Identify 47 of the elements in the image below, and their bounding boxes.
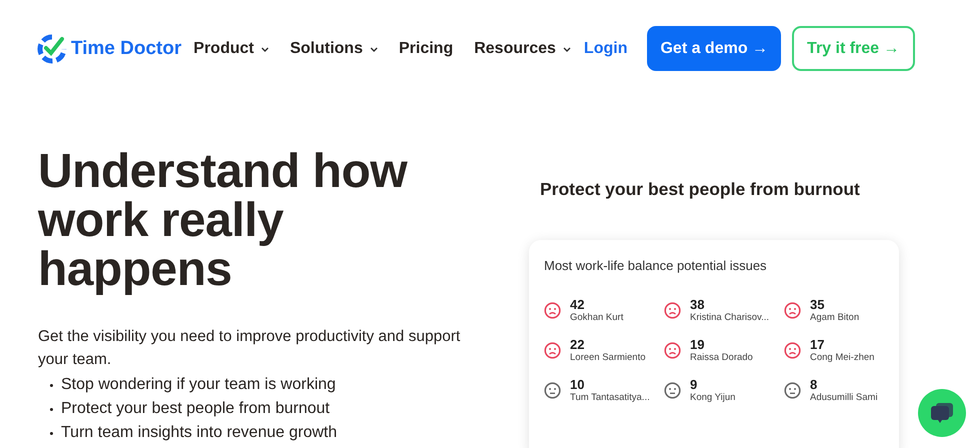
sad-face-icon	[784, 302, 801, 318]
bullet-icon	[50, 384, 53, 386]
person-name: Cong Mei-zhen	[810, 352, 874, 363]
issue-score: 10	[570, 377, 586, 392]
sad-face-icon	[544, 342, 561, 358]
nav-link[interactable]: Solutions	[290, 40, 378, 58]
cta-button[interactable]: Get a demo →	[647, 26, 782, 71]
person-name: Tum Tantasatitya...	[570, 392, 650, 403]
sad-face-icon	[784, 342, 801, 358]
person-name: Adusumilli Sami	[810, 392, 878, 403]
neutral-face-icon	[664, 382, 681, 398]
bullet-text: Stop wondering if your team is working	[61, 375, 336, 395]
card-title: Most work-life balance potential issues	[544, 258, 768, 273]
person-name: Agam Biton	[810, 312, 860, 323]
bullet-icon	[50, 408, 53, 410]
neutral-face-icon	[784, 382, 801, 398]
chat-button[interactable]	[918, 389, 966, 437]
person-name: Loreen Sarmiento	[570, 352, 646, 363]
sad-face-icon	[544, 302, 561, 318]
issue-score: 42	[570, 297, 586, 312]
nav-link[interactable]: Product	[194, 40, 269, 58]
nav-link[interactable]: Pricing	[398, 40, 454, 58]
issue-score: 38	[690, 297, 706, 312]
hero-subtitle: Get the visibility you need to improve productivity and support your team.	[38, 327, 462, 370]
person-name: Kong Yijun	[690, 392, 736, 403]
logo-icon	[37, 34, 67, 64]
sad-face-icon	[664, 302, 681, 318]
login-link[interactable]: Login	[584, 40, 628, 58]
bullet-text: Protect your best people from burnout	[61, 399, 330, 419]
person-name: Kristina Charisov...	[690, 312, 770, 323]
issue-score: 9	[690, 377, 698, 392]
person-name: Gokhan Kurt	[570, 312, 624, 323]
issue-score: 19	[690, 337, 706, 352]
panel-title: Protect your best people from burnout	[540, 179, 861, 200]
sad-face-icon	[664, 342, 681, 358]
bullet-icon	[50, 432, 53, 434]
bullet-text: Turn team insights into revenue growth	[61, 423, 337, 443]
issue-score: 35	[810, 297, 826, 312]
nav-link[interactable]: Resources	[474, 40, 571, 58]
issue-score: 8	[810, 377, 818, 392]
issue-score: 22	[570, 337, 586, 352]
issue-score: 17	[810, 337, 826, 352]
brand-name[interactable]: Time Doctor	[71, 38, 182, 60]
chat-icon	[929, 401, 955, 425]
neutral-face-icon	[544, 382, 561, 398]
hero-title: Understand how work really happens	[38, 147, 408, 294]
person-name: Raissa Dorado	[690, 352, 753, 363]
